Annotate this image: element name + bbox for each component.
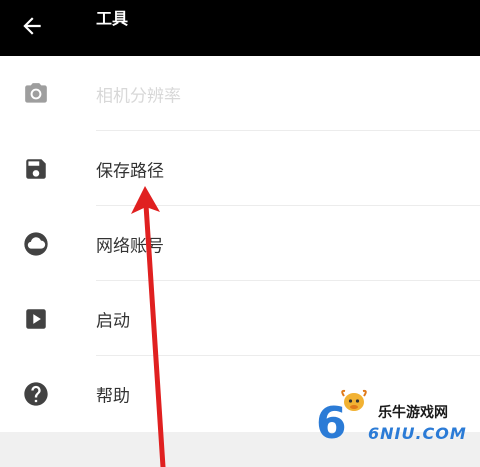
save-icon	[22, 155, 50, 183]
menu-item-help[interactable]: 帮助	[0, 356, 480, 431]
play-icon	[22, 305, 50, 333]
menu-item-label: 启动	[96, 311, 130, 331]
menu-item-camera-resolution[interactable]: 相机分辨率	[0, 56, 480, 131]
menu-item-save-path[interactable]: 保存路径	[0, 131, 480, 206]
menu-item-network-account[interactable]: 网络账号	[0, 206, 480, 281]
tools-menu-list: 相机分辨率 保存路径 网络账号 启动 帮助	[0, 56, 480, 431]
bottom-area	[0, 432, 480, 467]
arrow-left-icon	[23, 17, 41, 35]
menu-item-label: 帮助	[96, 386, 130, 406]
camera-icon	[22, 80, 50, 108]
menu-item-label: 保存路径	[96, 161, 164, 181]
menu-item-startup[interactable]: 启动	[0, 281, 480, 356]
app-bar: 工具	[0, 0, 480, 56]
menu-item-label: 相机分辨率	[96, 86, 181, 106]
menu-item-label: 网络账号	[96, 236, 164, 256]
cloud-icon	[22, 230, 50, 258]
page-title: 工具	[96, 9, 129, 28]
help-icon	[22, 380, 50, 408]
back-button[interactable]	[14, 8, 50, 44]
